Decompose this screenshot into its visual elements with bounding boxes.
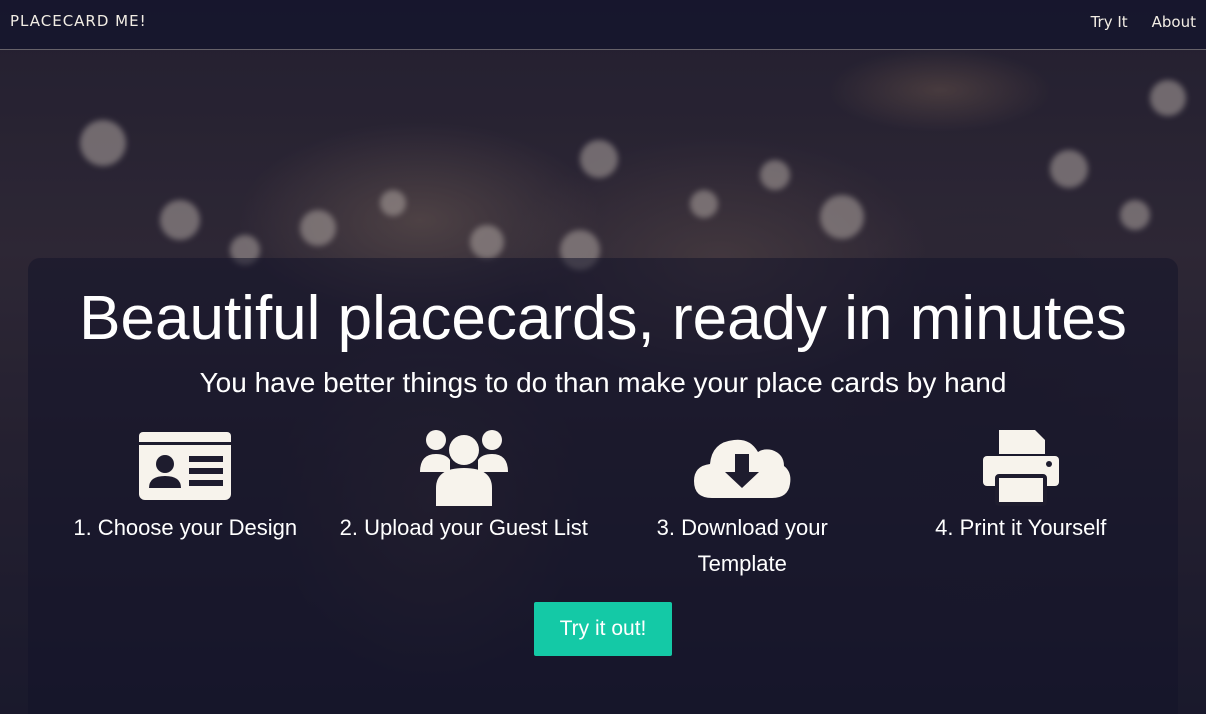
try-it-out-button[interactable]: Try it out!: [534, 602, 672, 656]
nav-link-about[interactable]: About: [1152, 13, 1196, 31]
step-label: 1. Choose your Design: [73, 515, 298, 540]
hero-subtitle: You have better things to do than make y…: [199, 367, 1007, 398]
printer-icon: [982, 430, 1059, 506]
step-print: 4. Print it Yourself: [882, 426, 1161, 582]
step-upload-guest-list: 2. Upload your Guest List: [325, 426, 604, 582]
nav-link-try-it[interactable]: Try It: [1091, 13, 1128, 31]
steps-list: 1. Choose your Design 2. Upload your Gue…: [46, 426, 1160, 582]
step-label: 2. Upload your Guest List: [339, 515, 588, 540]
brand-logo[interactable]: PLACECARD ME!: [10, 12, 147, 30]
users-icon: [419, 430, 508, 506]
navbar: PLACECARD ME! Try It About: [0, 0, 1206, 50]
cloud-download-icon: [694, 439, 791, 498]
page: PLACECARD ME! Try It About Beautiful pla…: [0, 0, 1206, 714]
hero-title: Beautiful placecards, ready in minutes: [79, 284, 1127, 353]
id-card-icon: [139, 432, 232, 500]
step-download-template: 3. Download your Template: [603, 426, 882, 582]
step-label: 3. Download your Template: [656, 515, 828, 576]
nav-links: Try It About: [1091, 13, 1196, 31]
step-label: 4. Print it Yourself: [935, 515, 1107, 540]
step-choose-design: 1. Choose your Design: [46, 426, 325, 582]
